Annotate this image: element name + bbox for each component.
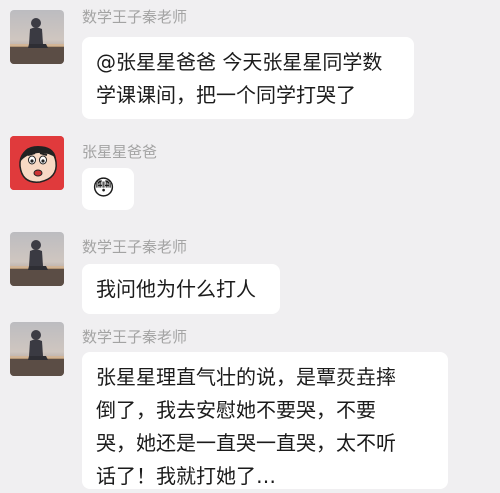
message-text-line: @张星星爸爸 今天张星星同学数 (96, 50, 383, 74)
sender-name: 张星星爸爸 (82, 143, 158, 161)
message-text-line: 学课课间，把一个同学打哭了 (96, 83, 356, 107)
message-bubble[interactable]: 张星星理直气壮的说，是覃烎垚摔 倒了，我去安慰她不要哭，不要 哭，她还是一直哭一… (82, 352, 448, 489)
flushed-face-emoji: 😳 (92, 176, 115, 201)
chat-transcript: 数学王子秦老师 @张星星爸爸 今天张星星同学数 学课课间，把一个同学打哭了 张星… (0, 0, 500, 489)
person-sitting-dusk-icon[interactable] (10, 232, 64, 286)
sender-name: 数学王子秦老师 (82, 8, 188, 26)
person-sitting-dusk-icon[interactable] (10, 322, 64, 376)
message-text-line: 倒了，我去安慰她不要哭，不要 (96, 398, 376, 422)
message-text-line: 我问他为什么打人 (96, 277, 256, 301)
message-bubble[interactable]: 😳 (82, 168, 134, 210)
message-text-line: 张星星理直气壮的说，是覃烎垚摔 (96, 365, 396, 389)
message-bubble[interactable]: 我问他为什么打人 (82, 264, 280, 314)
message-text-line: 话了！我就打她了… (96, 464, 276, 488)
sender-name: 数学王子秦老师 (82, 238, 188, 256)
message-text-line: 哭，她还是一直哭一直哭，太不听 (96, 431, 396, 455)
sender-name: 数学王子秦老师 (82, 328, 188, 346)
crayon-shinchan-icon[interactable] (10, 136, 64, 190)
message-bubble[interactable]: @张星星爸爸 今天张星星同学数 学课课间，把一个同学打哭了 (82, 37, 414, 119)
person-sitting-dusk-icon[interactable] (10, 10, 64, 64)
